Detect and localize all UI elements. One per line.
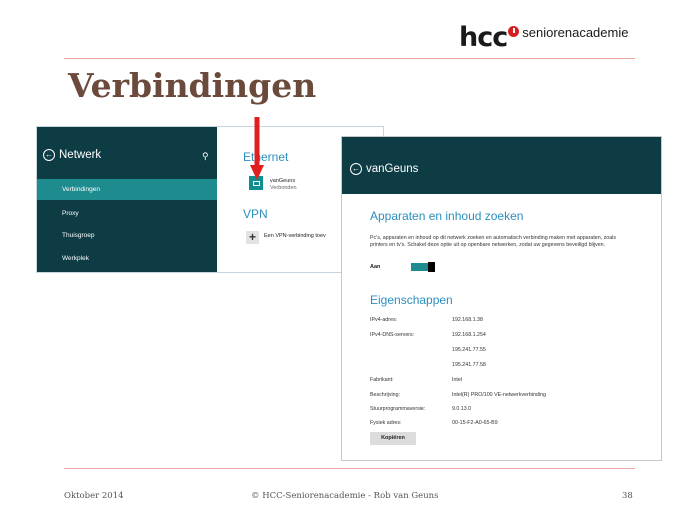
properties-heading: Eigenschappen	[370, 293, 453, 307]
details-back-header[interactable]: ← vanGeuns	[350, 163, 418, 175]
prop-label: Beschrijving:	[370, 392, 401, 398]
network-back-header[interactable]: ← Netwerk	[43, 149, 101, 161]
footer-page-number: 38	[622, 491, 633, 501]
prop-value: 192.168.1.38	[452, 317, 483, 323]
prop-value: 192.168.1.254	[452, 332, 486, 338]
prop-value: 195.241.77.58	[452, 362, 486, 368]
copy-button[interactable]: Kopiëren	[370, 432, 416, 445]
logo-dot-icon	[508, 25, 520, 37]
details-header: ← vanGeuns	[342, 137, 661, 194]
prop-label: IPv4-DNS-servers:	[370, 332, 415, 338]
slide-title: Verbindingen	[68, 66, 317, 105]
nav-item-thuisgroep[interactable]: Thuisgroep	[37, 225, 217, 246]
prop-value: Intel(R) PRO/100 VE-netwerkverbinding	[452, 392, 546, 398]
back-arrow-icon[interactable]: ←	[350, 163, 362, 175]
add-vpn-link[interactable]: Een VPN-verbinding toev	[264, 233, 326, 239]
bottom-divider	[64, 468, 635, 469]
prop-value: 00-15-F2-A0-65-B9	[452, 420, 498, 426]
prop-label: Fysiek adres:	[370, 420, 402, 426]
network-header-label: Netwerk	[59, 149, 102, 161]
connection-details-panel: ← vanGeuns Apparaten en inhoud zoeken Pc…	[341, 136, 662, 461]
prop-label: IPv4-adres:	[370, 317, 398, 323]
network-nav-pane: ← Netwerk ⚲ Verbindingen Proxy Thuisgroe…	[37, 127, 217, 272]
find-devices-toggle[interactable]	[411, 262, 435, 272]
nav-item-verbindingen[interactable]: Verbindingen	[37, 179, 217, 200]
footer-date: Oktober 2014	[64, 491, 124, 501]
red-down-arrow-icon	[250, 117, 264, 180]
prop-label: Stuurprogrammaversie:	[370, 406, 426, 412]
find-devices-description: Pc's, apparaten en inhoud op dit netwerk…	[370, 235, 616, 248]
prop-label: Fabrikant:	[370, 377, 394, 383]
logo-subtitle: seniorenacademie	[522, 24, 629, 40]
find-devices-heading: Apparaten en inhoud zoeken	[370, 209, 524, 223]
search-icon[interactable]: ⚲	[202, 151, 209, 162]
ethernet-connection-name[interactable]: vanGeuns	[270, 178, 295, 184]
ethernet-connection-status: Verbonden	[270, 185, 297, 191]
vpn-heading: VPN	[243, 207, 268, 221]
toggle-thumb[interactable]	[428, 262, 435, 272]
nav-item-werkplek[interactable]: Werkplek	[37, 248, 217, 269]
hcc-logo: hcc seniorenacademie	[459, 22, 628, 52]
logo-brand: hcc	[459, 21, 508, 53]
footer-credit: © HCC-Seniorenacademie - Rob van Geuns	[251, 491, 439, 501]
prop-value: 195.241.77.55	[452, 347, 486, 353]
prop-value: Intel	[452, 377, 463, 383]
toggle-state-label: Aan	[370, 264, 381, 270]
network-panel: ← Netwerk ⚲ Verbindingen Proxy Thuisgroe…	[36, 126, 384, 273]
slide: hcc seniorenacademie Verbindingen ← Netw…	[0, 0, 681, 513]
back-arrow-icon[interactable]: ←	[43, 149, 55, 161]
prop-value: 9.0.13.0	[452, 406, 472, 412]
top-divider	[64, 58, 635, 59]
details-header-label: vanGeuns	[366, 163, 419, 175]
nav-item-proxy[interactable]: Proxy	[37, 203, 217, 224]
add-vpn-plus-icon[interactable]: +	[246, 231, 259, 244]
